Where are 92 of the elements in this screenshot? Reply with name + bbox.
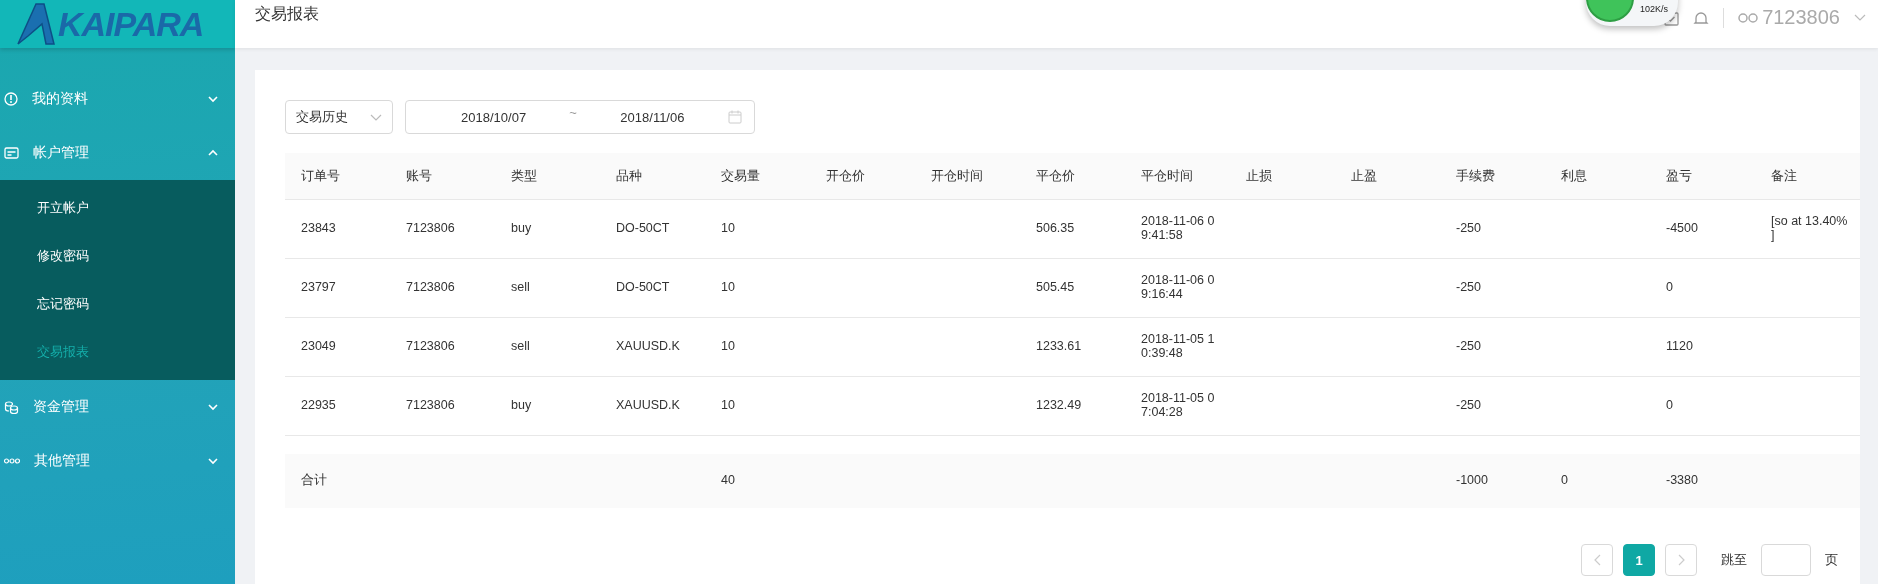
column-header: 止损 bbox=[1230, 153, 1335, 200]
column-header: 订单号 bbox=[285, 153, 390, 200]
table-cell: 2018-11-05 10:39:48 bbox=[1141, 332, 1215, 360]
table-cell: -250 bbox=[1456, 339, 1482, 354]
table-cell: 10 bbox=[721, 398, 735, 413]
table-cell: 7123806 bbox=[406, 339, 455, 354]
column-header: 手续费 bbox=[1440, 153, 1545, 200]
bell-icon bbox=[1693, 9, 1710, 26]
submenu-item[interactable]: 忘记密码 bbox=[0, 280, 235, 328]
menu-item[interactable]: 帐户管理 bbox=[0, 126, 235, 180]
column-header: 账号 bbox=[390, 153, 495, 200]
table-cell: 1232.49 bbox=[1036, 398, 1082, 413]
submenu-item[interactable]: 开立帐户 bbox=[0, 184, 235, 232]
column-header: 品种 bbox=[600, 153, 705, 200]
page-input[interactable] bbox=[1761, 544, 1811, 576]
table-cell: 22935 bbox=[301, 398, 336, 413]
table-cell: -3380 bbox=[1666, 473, 1698, 488]
table-cell: 40 bbox=[721, 473, 735, 488]
table-cell: 505.45 bbox=[1036, 280, 1075, 295]
date-range-field[interactable]: 2018/10/07 ~ 2018/11/06 bbox=[405, 100, 755, 134]
table-cell: 1120 bbox=[1666, 339, 1693, 354]
table-cell: 23843 bbox=[301, 221, 336, 236]
page-title: 交易报表 bbox=[255, 4, 319, 24]
table-cell: 2018-11-06 09:16:44 bbox=[1141, 273, 1215, 301]
table-cell: 10 bbox=[721, 221, 735, 236]
table-cell: buy bbox=[511, 398, 532, 413]
menu-item[interactable]: 资金管理 bbox=[0, 380, 235, 434]
submenu-item[interactable]: 修改密码 bbox=[0, 232, 235, 280]
table-cell: -250 bbox=[1456, 221, 1482, 236]
chevron-down-icon bbox=[207, 403, 219, 411]
jump-label: 跳至 bbox=[1721, 551, 1747, 569]
table-cell: 2018-11-06 09:41:58 bbox=[1141, 214, 1215, 242]
users-icon bbox=[1738, 12, 1759, 23]
chevron-left-icon bbox=[1593, 554, 1601, 566]
column-header: 平仓价 bbox=[1020, 153, 1125, 200]
chevron-up-icon bbox=[207, 149, 219, 157]
table-cell: DO-50CT bbox=[616, 221, 670, 236]
table-cell: 2018-11-05 07:04:28 bbox=[1141, 391, 1215, 419]
table-cell: 1233.61 bbox=[1036, 339, 1082, 354]
menu-item[interactable]: 我的资料 bbox=[0, 72, 235, 126]
chevron-down-icon bbox=[1854, 14, 1866, 21]
table-cell: -250 bbox=[1456, 280, 1482, 295]
user-name[interactable]: 7123806 bbox=[1762, 6, 1840, 29]
table-cell: sell bbox=[511, 280, 530, 295]
table-cell: 0 bbox=[1666, 398, 1673, 413]
table-cell: -4500 bbox=[1666, 221, 1698, 236]
report-type-select[interactable]: 交易历史 bbox=[285, 100, 393, 134]
table-cell: -1000 bbox=[1456, 473, 1488, 488]
table-cell: 506.35 bbox=[1036, 221, 1075, 236]
logo: KAIPARA bbox=[58, 4, 204, 44]
logo-mark-icon bbox=[16, 2, 56, 46]
chevron-right-icon bbox=[1677, 554, 1685, 566]
page-suffix: 页 bbox=[1825, 551, 1838, 569]
table-cell: 10 bbox=[721, 339, 735, 354]
column-header: 开仓价 bbox=[810, 153, 915, 200]
column-header: 交易量 bbox=[705, 153, 810, 200]
page-button[interactable]: 1 bbox=[1623, 544, 1655, 576]
table-cell: sell bbox=[511, 339, 530, 354]
submenu-item[interactable]: 交易报表 bbox=[0, 328, 235, 376]
column-header: 盈亏 bbox=[1650, 153, 1755, 200]
column-header: 开仓时间 bbox=[915, 153, 1020, 200]
table-cell: 7123806 bbox=[406, 280, 455, 295]
table-cell: buy bbox=[511, 221, 532, 236]
chevron-down-icon bbox=[370, 113, 382, 121]
speed-meter-widget: 102K/s bbox=[1585, 0, 1678, 26]
table-cell: 0 bbox=[1666, 280, 1673, 295]
next-page-button[interactable] bbox=[1665, 544, 1697, 576]
table-cell: 23049 bbox=[301, 339, 336, 354]
card-icon bbox=[4, 146, 19, 160]
table-cell: 23797 bbox=[301, 280, 336, 295]
more-icon bbox=[4, 457, 20, 465]
table-cell: XAUUSD.K bbox=[616, 398, 680, 413]
column-header: 利息 bbox=[1545, 153, 1650, 200]
table-cell: 0 bbox=[1561, 473, 1568, 488]
column-header: 类型 bbox=[495, 153, 600, 200]
table-cell: 10 bbox=[721, 280, 735, 295]
coins-icon bbox=[4, 399, 19, 415]
calendar-icon bbox=[728, 110, 742, 124]
column-header: 止盈 bbox=[1335, 153, 1440, 200]
chevron-down-icon bbox=[207, 95, 219, 103]
table-cell: XAUUSD.K bbox=[616, 339, 680, 354]
table-cell: 合计 bbox=[301, 473, 327, 488]
table-cell: 7123806 bbox=[406, 221, 455, 236]
table-cell: -250 bbox=[1456, 398, 1482, 413]
column-header: 平仓时间 bbox=[1125, 153, 1230, 200]
table-cell: 7123806 bbox=[406, 398, 455, 413]
table-cell: [so at 13.40% ] bbox=[1771, 214, 1848, 242]
previous-page-button[interactable] bbox=[1581, 544, 1613, 576]
chevron-down-icon bbox=[207, 457, 219, 465]
table-cell: DO-50CT bbox=[616, 280, 670, 295]
column-header: 备注 bbox=[1755, 153, 1860, 200]
menu-item[interactable]: 其他管理 bbox=[0, 434, 235, 488]
